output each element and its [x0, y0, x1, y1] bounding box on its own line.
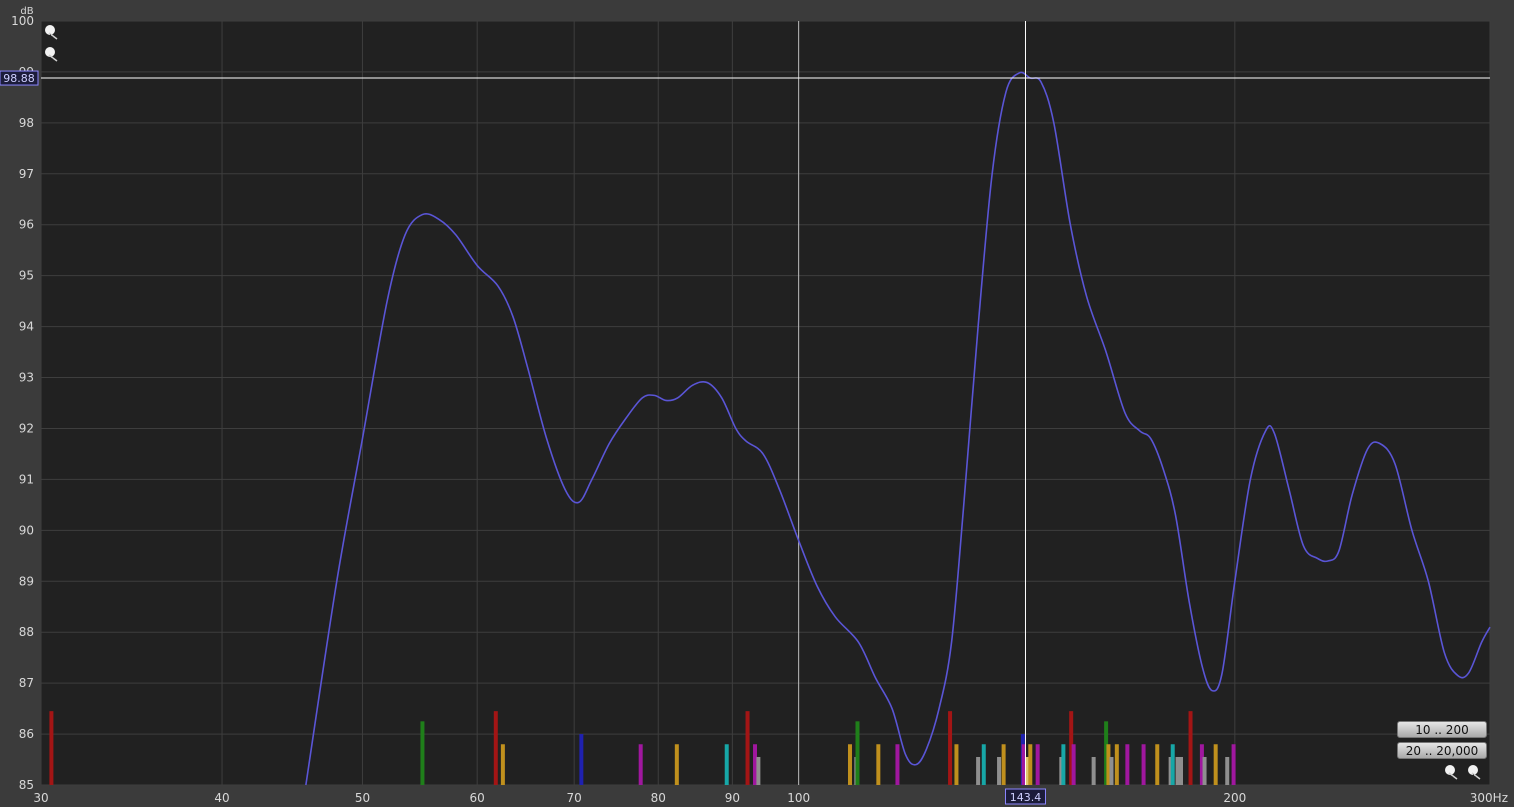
peak-marker-bar [976, 756, 981, 785]
cursor-frequency-readout: 143.4 [1010, 791, 1042, 804]
peak-marker-bar [1091, 756, 1096, 785]
x-tick-label: 50 [355, 791, 370, 805]
x-tick-label: 100 [787, 791, 810, 805]
y-tick-label: 92 [19, 421, 34, 435]
peak-marker-bar [1225, 756, 1230, 785]
x-tick-label: 60 [470, 791, 485, 805]
y-tick-label: 88 [19, 625, 34, 639]
x-tick-label: 300Hz [1470, 791, 1508, 805]
peak-marker-bar [1114, 744, 1119, 785]
peak-marker-bar [855, 721, 860, 785]
peak-marker-bar [1155, 744, 1160, 785]
peak-marker-bar [1125, 744, 1130, 785]
y-axis-unit-label: dB [20, 6, 33, 17]
zoom-out-icon[interactable] [43, 46, 59, 62]
peak-marker-bar [847, 744, 852, 785]
peak-marker-bar [674, 744, 679, 785]
peak-marker-bar [745, 711, 750, 785]
y-tick-label: 96 [19, 218, 34, 232]
y-tick-label: 86 [19, 727, 34, 741]
x-tick-label: 80 [651, 791, 666, 805]
y-tick-label: 87 [19, 676, 34, 690]
peak-marker-bar [638, 744, 643, 785]
y-tick-label: 93 [19, 371, 34, 385]
x-tick-label: 40 [214, 791, 229, 805]
y-tick-label: 97 [19, 167, 34, 181]
x-tick-label: 90 [725, 791, 740, 805]
peak-marker-bar [876, 744, 881, 785]
y-tick-label: 89 [19, 574, 34, 588]
peak-marker-bar [895, 744, 900, 785]
peak-marker-bar [1001, 744, 1006, 785]
peak-marker-bar [1213, 744, 1218, 785]
peak-marker-bar [1028, 744, 1033, 785]
peak-marker-bar [500, 744, 505, 785]
peak-marker-bar [756, 756, 761, 785]
plot-area[interactable] [41, 21, 1490, 785]
peak-marker-bar [1175, 756, 1180, 785]
peak-marker-bar [724, 744, 729, 785]
peak-marker-bar [1231, 744, 1236, 785]
y-tick-label: 90 [19, 523, 34, 537]
peak-marker-bar [1035, 744, 1040, 785]
x-tick-label: 30 [33, 791, 48, 805]
peak-marker-bar [1141, 744, 1146, 785]
y-tick-label: 95 [19, 269, 34, 283]
peak-marker-bar [997, 756, 1002, 785]
peak-marker-bar [493, 711, 498, 785]
y-tick-label: 91 [19, 472, 34, 486]
zoom-out-icon[interactable] [1443, 764, 1459, 780]
peak-marker-bar [420, 721, 425, 785]
cursor-level-readout: 98.88 [3, 72, 35, 85]
frequency-response-chart[interactable]: 100999897969594939291908988878685 304050… [0, 0, 1514, 807]
y-tick-label: 94 [19, 320, 34, 334]
x-tick-label: 70 [567, 791, 582, 805]
peak-marker-bar [1188, 711, 1193, 785]
peak-marker-bar [1061, 744, 1066, 785]
peak-marker-bar [1109, 756, 1114, 785]
zoom-in-icon[interactable] [43, 24, 59, 40]
peak-marker-bar [954, 744, 959, 785]
frequency-response-window: 100999897969594939291908988878685 304050… [0, 0, 1514, 807]
peak-marker-bar [49, 711, 54, 785]
peak-marker-bar [948, 711, 953, 785]
peak-marker-bar [981, 744, 986, 785]
y-tick-label: 85 [19, 778, 34, 792]
peak-marker-bar [1202, 756, 1207, 785]
peak-marker-bar [1071, 744, 1076, 785]
range-20-20000-button[interactable]: 20 .. 20,000 [1397, 742, 1487, 759]
peak-marker-bar [1170, 744, 1175, 785]
range-10-200-button[interactable]: 10 .. 200 [1397, 721, 1487, 738]
peak-marker-bar [1179, 756, 1184, 785]
y-tick-label: 98 [19, 116, 34, 130]
x-tick-label: 200 [1223, 791, 1246, 805]
peak-marker-bar [579, 734, 584, 785]
zoom-in-icon[interactable] [1466, 764, 1482, 780]
